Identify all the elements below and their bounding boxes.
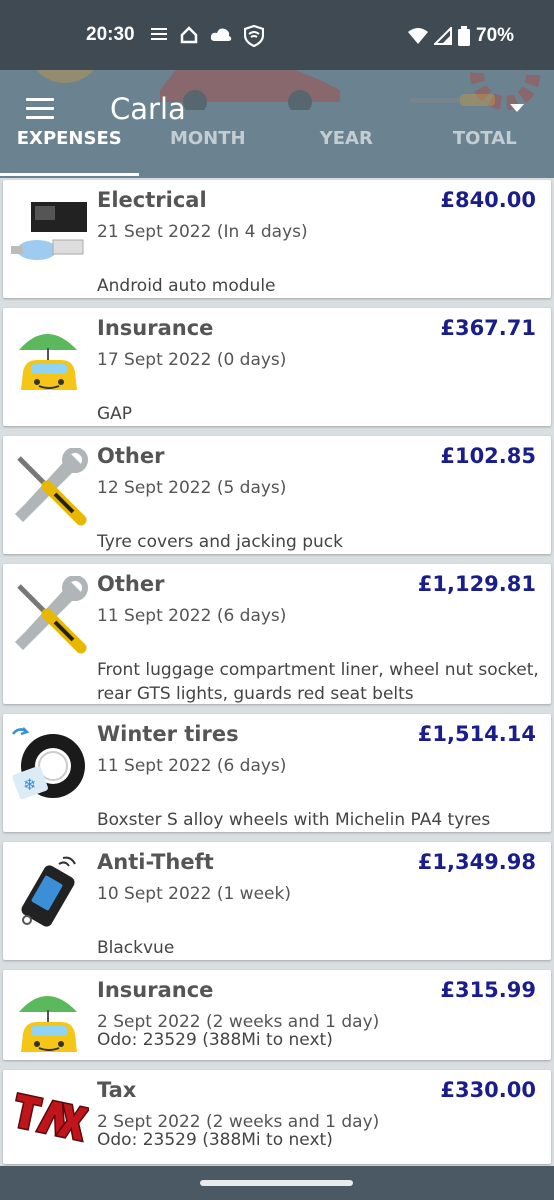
tools-icon [15,576,88,654]
signal-icon [151,28,167,40]
cloud-icon [210,28,232,41]
vpn-icon [244,25,264,47]
expense-amount: £1,349.98 [417,850,536,874]
tab-month[interactable]: MONTH [139,120,278,178]
expense-category: Tax [97,1078,137,1102]
expense-card[interactable]: Other £1,129.81 11 Sept 2022 (6 days) Fr… [3,564,551,704]
battery-percent: 70% [476,25,515,46]
expense-category: Insurance [97,316,214,340]
expense-category: Winter tires [97,722,239,746]
winter-tire-icon: ❄ [12,727,85,800]
insurance-icon [19,996,77,1052]
expense-amount: £102.85 [440,444,536,468]
expense-card[interactable]: ❄ Winter tires £1,514.14 11 Sept 2022 (6… [3,714,551,832]
cell-signal-icon [434,27,452,45]
expense-date: 12 Sept 2022 (5 days) [97,478,287,498]
status-bar: 20:30 70% [0,0,554,70]
expense-card[interactable]: Other £102.85 12 Sept 2022 (5 days) Tyre… [3,436,551,554]
tools-icon [15,448,88,526]
expense-card[interactable]: Tax £330.00 2 Sept 2022 (2 weeks and 1 d… [3,1070,551,1164]
status-time: 20:30 [86,24,135,45]
expense-note: GAP [97,404,133,424]
toolbar: Carla EXPENSES MONTH YEAR TOTAL [0,70,554,178]
home-icon [180,26,198,44]
expense-date: 11 Sept 2022 (6 days) [97,756,287,776]
expense-category: Other [97,572,165,596]
svg-text:❄: ❄ [23,775,36,794]
menu-icon[interactable] [26,98,54,120]
expense-date: 11 Sept 2022 (6 days) [97,606,287,626]
expense-category: Anti-Theft [97,850,214,874]
expense-list[interactable]: Electrical £840.00 21 Sept 2022 (In 4 da… [0,178,554,1166]
expense-category: Insurance [97,978,214,1002]
wifi-icon [408,28,428,44]
app-header: 20:30 70% Carla EXPENSES MONTH YEAR TOTA… [0,0,554,178]
expense-note: Blackvue [97,938,175,958]
expense-note: Android auto module [97,276,276,296]
tab-year[interactable]: YEAR [277,120,416,178]
expense-card[interactable]: Insurance £315.99 2 Sept 2022 (2 weeks a… [3,970,551,1060]
home-gesture-handle[interactable] [200,1180,353,1186]
tab-expenses[interactable]: EXPENSES [0,120,139,178]
expense-category: Electrical [97,188,207,212]
expense-amount: £315.99 [440,978,536,1002]
expense-date: 21 Sept 2022 (In 4 days) [97,222,308,242]
expense-amount: £367.71 [440,316,536,340]
expense-note: Odo: 23529 (388Mi to next) [97,1030,333,1050]
insurance-icon [19,334,77,390]
expense-amount: £1,129.81 [417,572,536,596]
tax-icon [14,1092,89,1143]
battery-icon [458,26,470,46]
expense-card[interactable]: Electrical £840.00 21 Sept 2022 (In 4 da… [3,180,551,298]
electrical-icon [11,202,87,260]
expense-amount: £1,514.14 [417,722,536,746]
car-remote-icon [21,856,76,927]
expense-amount: £840.00 [440,188,536,212]
tab-total[interactable]: TOTAL [416,120,554,178]
system-nav-bar [0,1166,554,1200]
expense-date: 17 Sept 2022 (0 days) [97,350,287,370]
expense-note: Boxster S alloy wheels with Michelin PA4… [97,810,491,830]
expense-note: Tyre covers and jacking puck [97,532,343,552]
expense-date: 10 Sept 2022 (1 week) [97,884,291,904]
expense-card[interactable]: Insurance £367.71 17 Sept 2022 (0 days) … [3,308,551,426]
expense-amount: £330.00 [440,1078,536,1102]
expense-note: Front luggage compartment liner, wheel n… [97,660,539,704]
expense-card[interactable]: Anti-Theft £1,349.98 10 Sept 2022 (1 wee… [3,842,551,960]
expense-note: Odo: 23529 (388Mi to next) [97,1130,333,1150]
tab-bar: EXPENSES MONTH YEAR TOTAL [0,120,554,178]
dropdown-arrow-icon[interactable] [510,104,524,112]
expense-category: Other [97,444,165,468]
